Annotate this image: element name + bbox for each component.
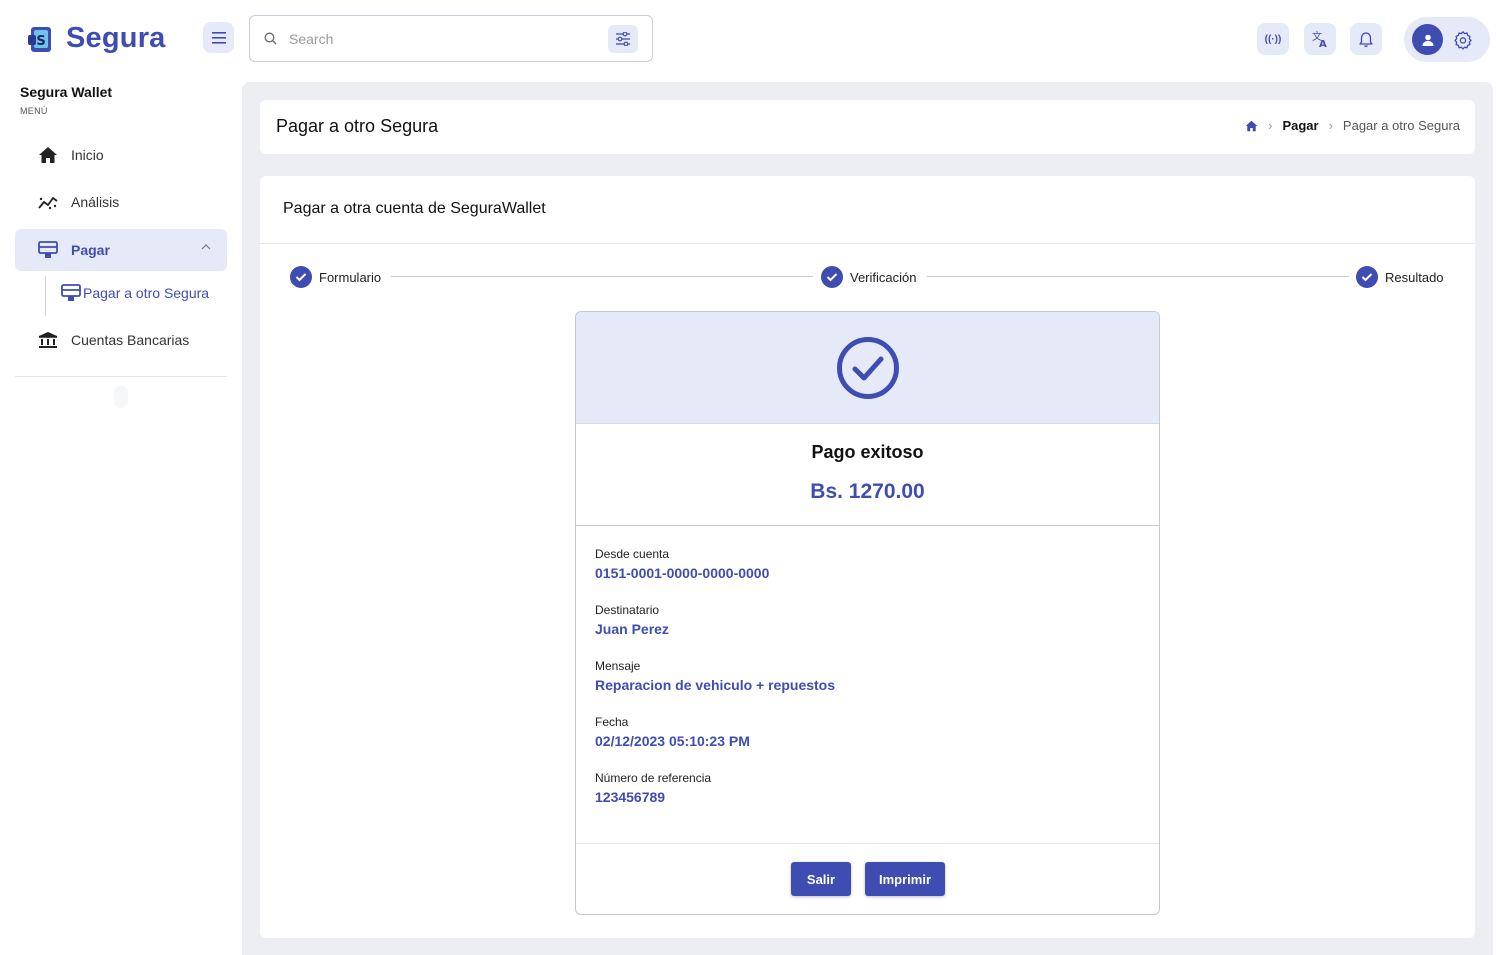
translate-icon: 文 A — [1312, 30, 1327, 48]
detail-source-account: Desde cuenta 0151-0001-0000-0000-0000 — [595, 547, 769, 581]
search-icon — [264, 32, 277, 45]
app-logo[interactable]: S Segura — [26, 22, 166, 55]
result-panel: Pago exitoso Bs. 1270.00 Desde cuenta 01… — [575, 311, 1160, 915]
step-label: Verificación — [850, 269, 917, 285]
search-input[interactable] — [289, 30, 589, 47]
detail-value: 0151-0001-0000-0000-0000 — [595, 565, 770, 581]
detail-label: Destinatario — [595, 603, 660, 617]
logo-icon: S — [28, 26, 51, 52]
detail-label: Número de referencia — [595, 771, 712, 785]
step-verificacion: Verificación — [821, 266, 916, 288]
chevron-up-icon — [201, 244, 211, 250]
breadcrumb-home[interactable] — [1245, 120, 1258, 132]
sidebar-subitem-pagar-a-otro-segura[interactable]: Pagar a otro Segura — [61, 284, 209, 302]
check-icon — [821, 266, 843, 288]
detail-label: Mensaje — [595, 659, 641, 673]
detail-value: Reparacion de vehiculo + repuestos — [595, 677, 836, 693]
svg-text:A: A — [1319, 39, 1327, 48]
sidebar-item-cuentas-bancarias[interactable]: Cuentas Bancarias — [15, 319, 227, 361]
step-label: Formulario — [319, 269, 382, 285]
filter-sliders-icon — [616, 32, 630, 46]
home-icon — [1245, 120, 1258, 131]
detail-value: 123456789 — [595, 789, 666, 805]
settings-gear-icon[interactable] — [1453, 30, 1473, 50]
svg-text:S: S — [36, 34, 45, 49]
breadcrumb-item-pagar[interactable]: Pagar — [1282, 118, 1318, 133]
success-check-circle-icon — [836, 336, 899, 399]
breadcrumb-current: Pagar a otro Segura — [1342, 118, 1460, 133]
check-icon — [1356, 266, 1378, 288]
language-button[interactable]: 文 A — [1304, 23, 1336, 55]
step-connector — [391, 276, 813, 277]
step-connector — [927, 276, 1349, 277]
bell-icon — [1359, 31, 1373, 47]
chevron-right-icon: › — [1268, 118, 1273, 133]
detail-label: Desde cuenta — [595, 547, 670, 561]
submenu-guide-line — [45, 276, 46, 316]
sidebar-item-pagar[interactable]: Pagar — [15, 229, 227, 271]
payment-icon — [38, 241, 58, 258]
sidebar-item-analisis[interactable]: Análisis — [15, 181, 227, 223]
exit-button[interactable]: Salir — [791, 862, 851, 896]
sidebar-item-inicio[interactable]: Inicio — [15, 134, 227, 176]
chevron-right-icon: › — [1328, 118, 1333, 133]
search-filter-button[interactable] — [608, 25, 638, 53]
menu-toggle-button[interactable] — [203, 22, 234, 53]
search-bar — [249, 15, 653, 62]
detail-date: Fecha 02/12/2023 05:10:23 PM — [595, 715, 750, 749]
user-icon — [1422, 34, 1433, 46]
result-status: Pago exitoso — [811, 442, 924, 462]
payment-card: Pagar a otra cuenta de SeguraWallet Form… — [260, 176, 1475, 938]
broadcast-button[interactable]: ((·)) — [1257, 23, 1289, 55]
detail-value: Juan Perez — [595, 621, 669, 637]
detail-value: 02/12/2023 05:10:23 PM — [595, 733, 750, 749]
check-icon — [290, 266, 312, 288]
card-divider — [260, 243, 1475, 244]
profile-area — [1404, 17, 1490, 62]
detail-label: Fecha — [595, 715, 629, 729]
result-banner — [576, 312, 1159, 424]
detail-recipient: Destinatario Juan Perez — [595, 603, 669, 637]
print-button[interactable]: Imprimir — [865, 862, 945, 896]
home-icon — [39, 147, 57, 163]
app-name: Segura — [66, 22, 166, 54]
detail-message: Mensaje Reparacion de vehiculo + repuest… — [595, 659, 835, 693]
page-title: Pagar a otro Segura — [276, 116, 439, 136]
sidebar-item-label: Análisis — [71, 194, 120, 210]
avatar[interactable] — [1412, 24, 1443, 55]
sidebar-item-label: Pagar — [71, 242, 110, 258]
page-header: Pagar a otro Segura › Pagar › Pagar a ot… — [260, 100, 1475, 154]
sidebar-item-label: Inicio — [71, 147, 104, 163]
sidebar-title: Segura Wallet — [20, 84, 113, 100]
sidebar-section-label: MENÚ — [20, 106, 48, 116]
step-resultado: Resultado — [1356, 266, 1444, 288]
analytics-icon — [38, 197, 58, 210]
result-divider — [576, 525, 1159, 526]
breadcrumb: › Pagar › Pagar a otro Segura — [1245, 118, 1460, 133]
sidebar-item-label: Cuentas Bancarias — [71, 332, 190, 348]
bank-icon — [39, 332, 57, 348]
result-amount: Bs. 1270.00 — [810, 480, 925, 503]
sidebar-scroll-handle[interactable] — [114, 386, 128, 408]
broadcast-icon: ((·)) — [1264, 33, 1282, 45]
result-footer-divider — [576, 843, 1159, 844]
payment-icon — [61, 284, 81, 301]
step-label: Resultado — [1385, 269, 1444, 285]
step-formulario: Formulario — [290, 266, 381, 288]
hamburger-icon — [211, 31, 226, 44]
detail-reference-number: Número de referencia 123456789 — [595, 771, 711, 805]
sidebar-subitem-label: Pagar a otro Segura — [83, 285, 210, 301]
sidebar-divider — [15, 376, 227, 377]
card-title: Pagar a otra cuenta de SeguraWallet — [283, 200, 546, 217]
notifications-button[interactable] — [1350, 23, 1382, 55]
